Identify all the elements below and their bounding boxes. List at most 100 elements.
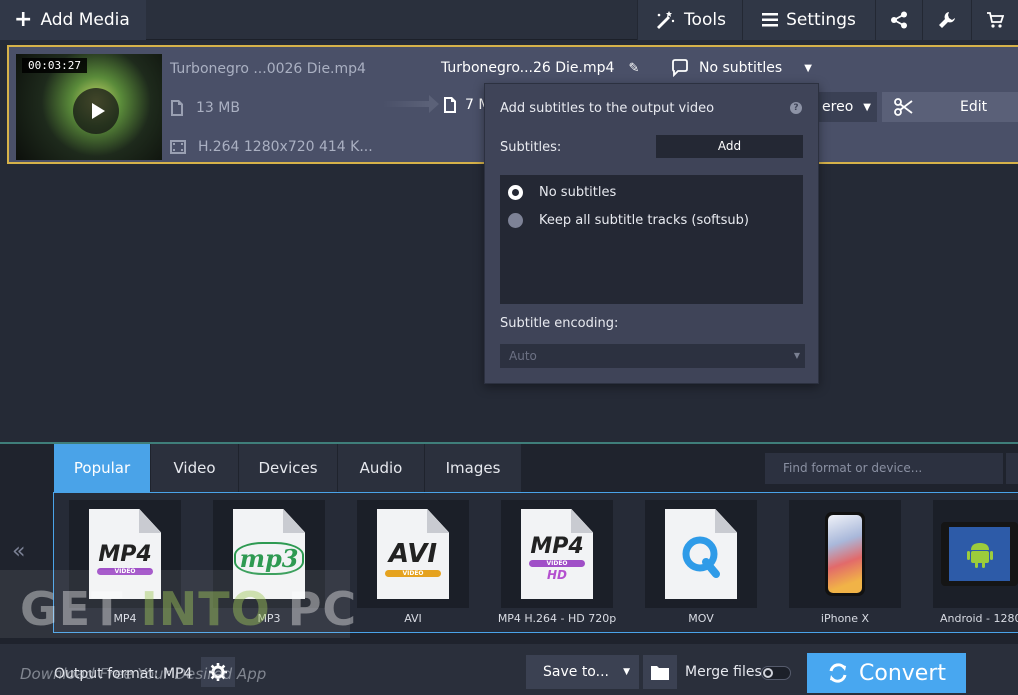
format-iphone-x[interactable] (789, 500, 901, 608)
top-toolbar: + Add Media Tools Settings (0, 0, 1018, 40)
wrench-icon (939, 12, 955, 28)
chevron-down-icon: ▼ (863, 101, 871, 113)
format-mov[interactable] (645, 500, 757, 608)
wrench-button[interactable] (922, 0, 971, 40)
settings-label: Settings (786, 10, 856, 30)
convert-label: Convert (859, 660, 946, 686)
scissors-icon (894, 98, 913, 116)
source-size-line: 13 MB (170, 98, 373, 118)
format-label: MP4 H.264 - HD 720p (497, 612, 617, 625)
subtitles-label: Subtitles: (500, 140, 562, 155)
scroll-left-icon[interactable]: « (12, 539, 25, 564)
add-media-button[interactable]: + Add Media (0, 0, 146, 40)
source-codec: H.264 1280x720 414 K... (198, 139, 373, 155)
encoding-label: Subtitle encoding: (500, 316, 619, 331)
format-search-input[interactable]: Find format or device... (765, 453, 1003, 484)
add-subtitles-button[interactable]: Add (656, 135, 803, 158)
option-no-subtitles[interactable]: No subtitles (508, 185, 616, 200)
edit-label: Edit (960, 99, 988, 115)
encoding-value: Auto (509, 349, 537, 363)
format-mp4-hd[interactable]: MP4 VIDEO HD (501, 500, 613, 608)
encoding-dropdown[interactable]: Auto ▼ (500, 344, 805, 368)
iphone-icon (825, 512, 865, 596)
refresh-icon (829, 663, 847, 683)
mp4-icon-text: MP4 (98, 541, 152, 567)
tab-popular[interactable]: Popular (54, 444, 151, 492)
source-filename: Turbonegro ...0026 Die.mp4 (170, 61, 366, 77)
android-icon (941, 522, 1018, 586)
convert-button[interactable]: Convert (807, 653, 966, 693)
format-android[interactable] (933, 500, 1018, 608)
tab-images[interactable]: Images (425, 444, 522, 492)
search-icon[interactable] (1006, 453, 1018, 484)
source-size: 13 MB (196, 100, 240, 116)
plus-icon: + (14, 7, 33, 32)
subtitles-popup: Add subtitles to the output video ? Subt… (484, 83, 819, 384)
radio-selected-icon[interactable] (508, 185, 523, 200)
tab-devices[interactable]: Devices (239, 444, 338, 492)
subtitle-dropdown[interactable]: No subtitles ▼ (671, 59, 812, 77)
save-to-dropdown[interactable]: Save to... ▼ (526, 655, 639, 689)
watermark-logo: GET INTO PC (20, 582, 357, 636)
chevron-down-icon: ▼ (804, 62, 812, 74)
save-to-label: Save to... (543, 664, 609, 680)
convert-arrow (383, 95, 439, 113)
watermark-pc: PC (270, 582, 358, 636)
watermark-tagline: Download Free Your Desired App (20, 665, 267, 683)
option-label: No subtitles (539, 185, 617, 200)
cart-button[interactable] (971, 0, 1018, 40)
hd-badge: HD (546, 568, 567, 582)
tab-audio[interactable]: Audio (338, 444, 425, 492)
format-label: MOV (688, 612, 714, 625)
watermark-into: INTO (140, 582, 271, 636)
format-avi[interactable]: AVI VIDEO (357, 500, 469, 608)
merge-files-toggle[interactable] (761, 666, 791, 680)
chevron-down-icon: ▼ (793, 351, 800, 360)
output-filename: Turbonegro...26 Die.mp4 (441, 60, 615, 76)
format-label: Android - 1280x (940, 612, 1018, 625)
help-icon[interactable]: ? (790, 102, 802, 114)
tools-button[interactable]: Tools (637, 0, 742, 40)
cart-icon (987, 12, 1004, 28)
settings-button[interactable]: Settings (742, 0, 875, 40)
avi-icon-text: AVI (388, 539, 438, 569)
video-thumbnail[interactable]: 00:03:27 (16, 54, 162, 160)
edit-button[interactable]: Edit (882, 92, 1018, 122)
video-band: VIDEO (529, 560, 585, 567)
film-icon (170, 140, 186, 154)
radio-unselected-icon[interactable] (508, 213, 523, 228)
audio-dropdown[interactable]: ereo ▼ (809, 92, 877, 122)
output-name: Turbonegro...26 Die.mp4 ✎ (441, 60, 639, 76)
quicktime-icon (665, 509, 737, 599)
audio-dropdown-value: ereo (822, 99, 854, 115)
file-icon (444, 97, 456, 113)
share-icon (891, 11, 907, 29)
mp4-hd-icon: MP4 VIDEO HD (521, 509, 593, 599)
share-button[interactable] (875, 0, 922, 40)
source-name-line: Turbonegro ...0026 Die.mp4 (170, 59, 373, 79)
option-keep-all-tracks[interactable]: Keep all subtitle tracks (softsub) (508, 213, 749, 228)
tab-video[interactable]: Video (151, 444, 239, 492)
subtitle-track-list: No subtitles Keep all subtitle tracks (s… (500, 175, 803, 304)
pencil-icon[interactable]: ✎ (628, 61, 639, 76)
format-label: AVI (404, 612, 422, 625)
subtitle-dropdown-value: No subtitles (699, 60, 783, 76)
merge-files-label: Merge files (685, 664, 762, 680)
chevron-down-icon: ▼ (623, 667, 630, 677)
file-icon (171, 100, 183, 116)
magic-wand-icon (657, 11, 675, 29)
format-label: iPhone X (820, 612, 870, 625)
menu-icon (762, 13, 779, 27)
duration-badge: 00:03:27 (22, 58, 87, 73)
watermark-get: GET (20, 582, 141, 636)
folder-icon (651, 665, 669, 680)
play-icon[interactable] (73, 88, 119, 134)
open-folder-button[interactable] (643, 655, 677, 689)
source-info: Turbonegro ...0026 Die.mp4 13 MB H.264 1… (170, 59, 373, 157)
mp4-icon-text: MP4 (530, 534, 584, 559)
source-codec-line: H.264 1280x720 414 K... (170, 137, 373, 157)
add-media-label: Add Media (40, 10, 130, 30)
popup-header: Add subtitles to the output video (500, 101, 715, 116)
format-tabs: Popular Video Devices Audio Images (54, 444, 522, 492)
option-label: Keep all subtitle tracks (softsub) (539, 213, 749, 228)
